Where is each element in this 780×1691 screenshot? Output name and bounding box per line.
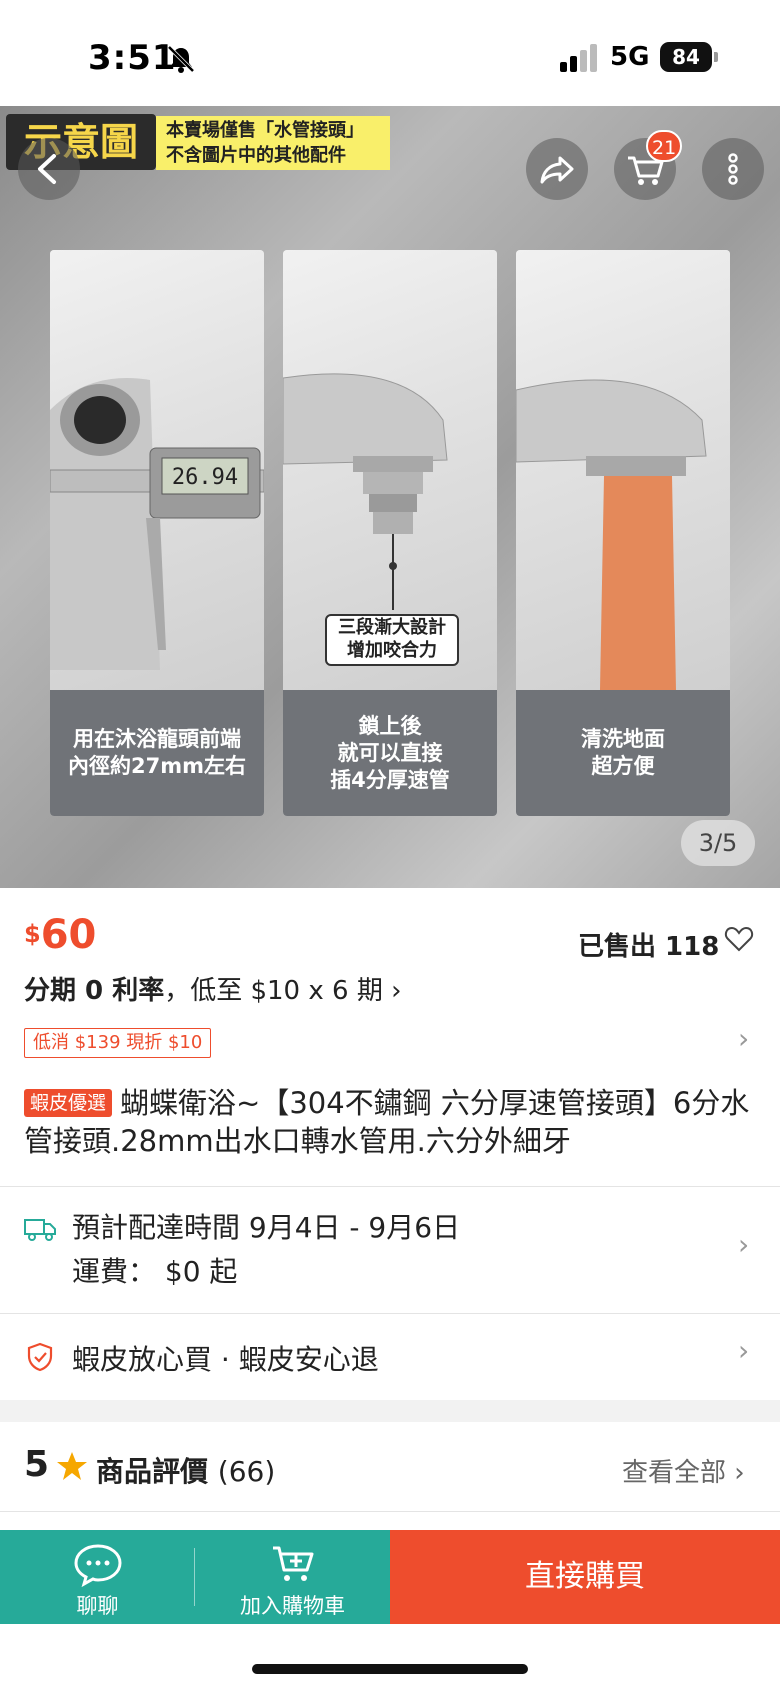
rating-label-text: 商品評價 xyxy=(96,1455,209,1488)
chevron-right-icon: › xyxy=(738,1334,750,1367)
rating-row[interactable]: 5 商品評價 (66) 查看全部 › xyxy=(0,1422,780,1512)
back-button[interactable] xyxy=(18,138,80,200)
guarantee-row[interactable]: 蝦皮放心買 · 蝦皮安心退 › xyxy=(0,1314,780,1400)
image-panel-connector: 三段漸大設計 增加咬合力 鎖上後 就可以直接 插4分厚速管 xyxy=(283,250,497,816)
design-callout: 三段漸大設計 增加咬合力 xyxy=(325,614,459,666)
bell-off-icon xyxy=(167,45,195,73)
price-amount: 60 xyxy=(40,912,97,958)
price-section: $60 已售出 118 分期 0 利率，低至 $10 x 6 期 › 低消 $1… xyxy=(0,888,780,1188)
chevron-left-icon xyxy=(38,154,56,184)
chevron-right-icon: › xyxy=(738,1228,750,1261)
image-panel-caliper: 26.94 用在沐浴龍頭前端 內徑約27mm左右 xyxy=(50,250,264,816)
installment-info[interactable]: 分期 0 利率，低至 $10 x 6 期 › xyxy=(24,970,401,1007)
share-button[interactable] xyxy=(526,138,588,200)
faucet-caliper-illustration: 26.94 xyxy=(50,378,264,670)
bottom-action-bar: 聊聊 加入購物車 直接購買 xyxy=(0,1530,780,1624)
installment-rest: ，低至 $10 x 6 期 › xyxy=(164,976,402,1006)
image-panel-hose: 清洗地面 超方便 xyxy=(516,250,730,816)
mall-tag: 蝦皮優選 xyxy=(24,1089,113,1117)
add-to-cart-button[interactable]: 加入購物車 xyxy=(195,1530,390,1624)
chat-label: 聊聊 xyxy=(76,1594,119,1618)
see-all-text: 查看全部 xyxy=(622,1458,727,1488)
buy-now-button[interactable]: 直接購買 xyxy=(390,1530,780,1624)
more-button[interactable] xyxy=(702,138,764,200)
panel-caption-1: 用在沐浴龍頭前端 內徑約27mm左右 xyxy=(50,690,264,816)
product-title: 蝦皮優選 蝴蝶衛浴~【304不鏽鋼 六分厚速管接頭】6分水管接頭.28mm出水口轉… xyxy=(24,1084,756,1160)
guarantee-text: 蝦皮放心買 · 蝦皮安心退 xyxy=(72,1343,379,1376)
heart-icon[interactable] xyxy=(724,924,754,954)
chevron-right-icon[interactable]: › xyxy=(738,1022,749,1055)
signal-icon xyxy=(560,44,597,72)
coupon-badge[interactable]: 低消 $139 現折 $10 xyxy=(24,1028,212,1058)
product-image-carousel[interactable]: 示意圖 本賣場僅售「水管接頭」 不含圖片中的其他配件 21 26.94 用在沐浴… xyxy=(0,106,780,888)
notice-line-2: 不含圖片中的其他配件 xyxy=(166,145,346,166)
chat-icon xyxy=(74,1544,122,1588)
divider xyxy=(0,1186,780,1187)
battery-cap xyxy=(714,52,718,62)
notice-banner: 本賣場僅售「水管接頭」 不含圖片中的其他配件 xyxy=(156,116,390,170)
add-cart-icon xyxy=(273,1546,314,1581)
status-bar: 3:51 5G 84 xyxy=(0,0,780,106)
connector-photo: 三段漸大設計 增加咬合力 xyxy=(283,250,497,690)
price-currency: $ xyxy=(24,920,41,948)
caliper-photo: 26.94 xyxy=(50,250,264,690)
panel-caption-3: 清洗地面 超方便 xyxy=(516,690,730,816)
product-title-text: 蝴蝶衛浴~【304不鏽鋼 六分厚速管接頭】6分水管接頭.28mm出水口轉水管用.… xyxy=(24,1086,750,1158)
truck-icon xyxy=(24,1219,56,1241)
shipping-fee: 運費： $0 起 xyxy=(72,1255,238,1288)
hose-photo xyxy=(516,250,730,690)
divider xyxy=(0,1511,780,1512)
notice-line-1: 本賣場僅售「水管接頭」 xyxy=(166,120,364,141)
status-time: 3:51 xyxy=(88,38,177,78)
network-label: 5G xyxy=(610,42,650,72)
section-gap xyxy=(0,1400,780,1422)
sold-count: 已售出 118 xyxy=(578,932,720,962)
chat-button[interactable]: 聊聊 xyxy=(0,1530,195,1624)
hose-illustration xyxy=(516,379,707,690)
caliper-reading: 26.94 xyxy=(172,465,238,490)
rating-count: (66) xyxy=(217,1455,276,1488)
panel-caption-2: 鎖上後 就可以直接 插4分厚速管 xyxy=(283,690,497,816)
home-indicator xyxy=(252,1664,528,1674)
price: $60 xyxy=(24,912,96,958)
star-icon xyxy=(57,1452,87,1480)
rating-label: 商品評價 (66) xyxy=(96,1450,275,1490)
page-indicator: 3/5 xyxy=(681,820,755,866)
add-cart-label: 加入購物車 xyxy=(240,1594,345,1618)
share-icon xyxy=(540,156,574,184)
delivery-estimate: 預計配達時間 9月4日 - 9月6日 xyxy=(72,1211,461,1244)
battery-icon: 84 xyxy=(660,42,712,72)
shield-check-icon xyxy=(27,1342,53,1372)
shipping-row[interactable]: 預計配達時間 9月4日 - 9月6日 運費： $0 起 › xyxy=(0,1188,780,1314)
see-all-reviews-link[interactable]: 查看全部 › xyxy=(622,1452,745,1489)
rating-score: 5 xyxy=(24,1444,50,1485)
more-vertical-icon xyxy=(728,153,738,185)
cart-count-badge: 21 xyxy=(646,130,683,162)
installment-bold: 分期 0 利率 xyxy=(24,976,165,1006)
